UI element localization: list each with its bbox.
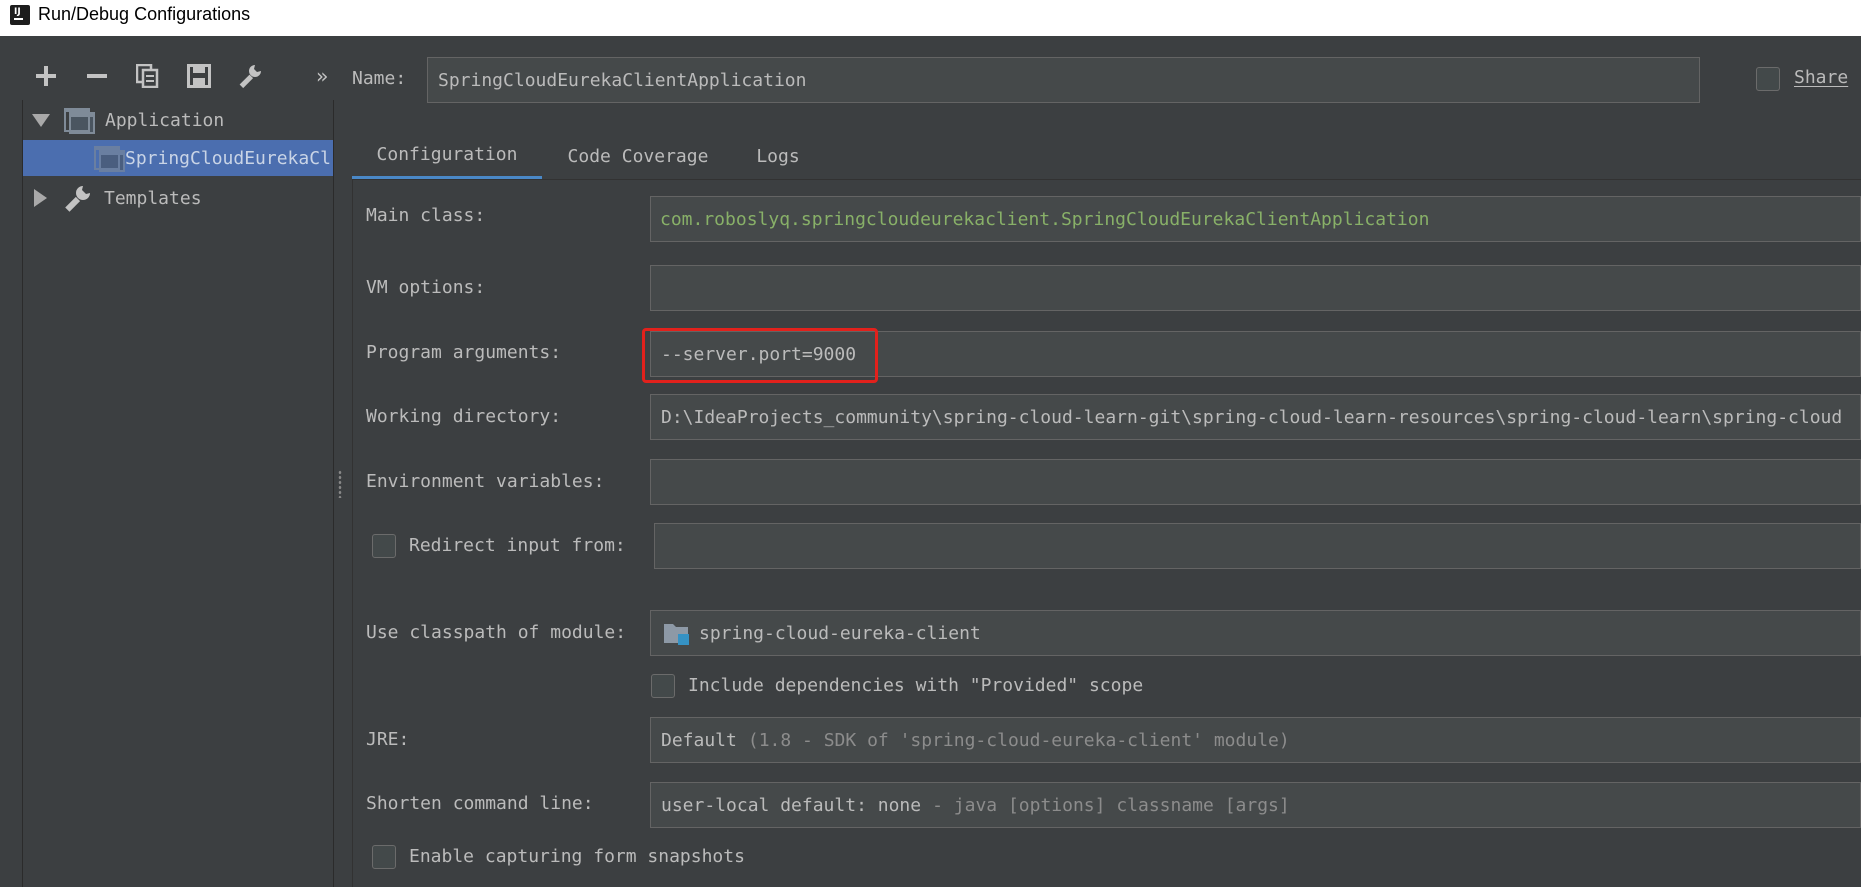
tree-node-label: SpringCloudEurekaCl: [125, 147, 331, 169]
shorten-command-line-label: Shorten command line:: [366, 793, 594, 814]
jre-value-detail: (1.8 - SDK of 'spring-cloud-eureka-clien…: [747, 729, 1290, 751]
redirect-input-checkbox[interactable]: [372, 534, 396, 558]
environment-variables-label: Environment variables:: [366, 471, 605, 492]
tab-configuration[interactable]: Configuration: [352, 132, 542, 180]
tab-code-coverage[interactable]: Code Coverage: [553, 132, 723, 180]
expand-arrow-icon[interactable]: [32, 113, 50, 127]
classpath-module-label: Use classpath of module:: [366, 622, 627, 643]
tree-node-label: Templates: [104, 187, 202, 209]
redirect-input-label: Redirect input from:: [409, 535, 626, 556]
vm-options-input[interactable]: [650, 265, 1861, 311]
remove-icon: [87, 74, 107, 78]
annotation-highlight-box: [642, 328, 878, 383]
window-title: Run/Debug Configurations: [38, 4, 251, 24]
working-directory-label: Working directory:: [366, 406, 562, 427]
shorten-command-line-value: user-local default: none: [661, 794, 922, 816]
application-config-icon: [64, 108, 95, 134]
shorten-command-line-detail: - java [options] classname [args]: [932, 794, 1290, 816]
classpath-module-select[interactable]: spring-cloud-eureka-client: [650, 610, 1861, 656]
share-label: Share: [1794, 67, 1849, 88]
shorten-command-line-select[interactable]: user-local default: none - java [options…: [650, 782, 1861, 828]
tree-node-springcloudeurekaclient[interactable]: SpringCloudEurekaCl: [23, 140, 333, 176]
environment-variables-input[interactable]: [650, 459, 1861, 505]
more-actions-button[interactable]: »: [304, 58, 340, 94]
save-button[interactable]: [181, 58, 217, 94]
copy-button[interactable]: [130, 58, 166, 94]
collapse-arrow-icon[interactable]: [34, 189, 47, 207]
application-config-icon: [94, 146, 125, 172]
include-dependencies-checkbox[interactable]: [651, 674, 675, 698]
tree-node-application[interactable]: Application: [23, 102, 333, 138]
copy-icon: [136, 64, 159, 88]
main-class-label: Main class:: [366, 205, 486, 226]
jre-select[interactable]: Default (1.8 - SDK of 'spring-cloud-eure…: [650, 717, 1861, 763]
wrench-icon: [239, 65, 261, 89]
include-dependencies-label: Include dependencies with "Provided" sco…: [688, 675, 1144, 696]
tab-logs[interactable]: Logs: [748, 132, 808, 180]
remove-button[interactable]: [79, 58, 115, 94]
module-folder-icon: [664, 624, 689, 645]
edit-templates-button[interactable]: [232, 58, 268, 94]
main-class-input[interactable]: com.roboslyq.springcloudeurekaclient.Spr…: [650, 196, 1861, 242]
tree-node-templates[interactable]: Templates: [23, 180, 333, 216]
enable-snapshots-checkbox[interactable]: [372, 845, 396, 869]
panel-splitter[interactable]: [338, 470, 342, 498]
jre-value: Default: [661, 729, 737, 751]
window-titlebar: IJ Run/Debug Configurations: [0, 0, 1861, 36]
program-arguments-label: Program arguments:: [366, 342, 562, 363]
redirect-input-field[interactable]: [654, 523, 1861, 569]
intellij-app-icon: IJ: [8, 3, 32, 27]
configuration-tree: Application SpringCloudEurekaCl Template…: [22, 100, 334, 887]
name-label: Name:: [352, 68, 407, 89]
save-icon: [187, 64, 211, 88]
tree-node-label: Application: [105, 109, 225, 131]
wrench-icon: [65, 186, 90, 212]
add-icon: [36, 66, 56, 86]
share-checkbox[interactable]: [1756, 67, 1780, 91]
add-button[interactable]: [28, 58, 64, 94]
working-directory-input[interactable]: D:\IdeaProjects_community\spring-cloud-l…: [650, 394, 1861, 440]
jre-label: JRE:: [366, 729, 410, 750]
classpath-module-value: spring-cloud-eureka-client: [699, 622, 981, 644]
enable-snapshots-label: Enable capturing form snapshots: [409, 846, 745, 867]
name-input[interactable]: SpringCloudEurekaClientApplication: [427, 57, 1700, 103]
vm-options-label: VM options:: [366, 277, 486, 298]
app-icon-text: IJ: [14, 7, 21, 17]
